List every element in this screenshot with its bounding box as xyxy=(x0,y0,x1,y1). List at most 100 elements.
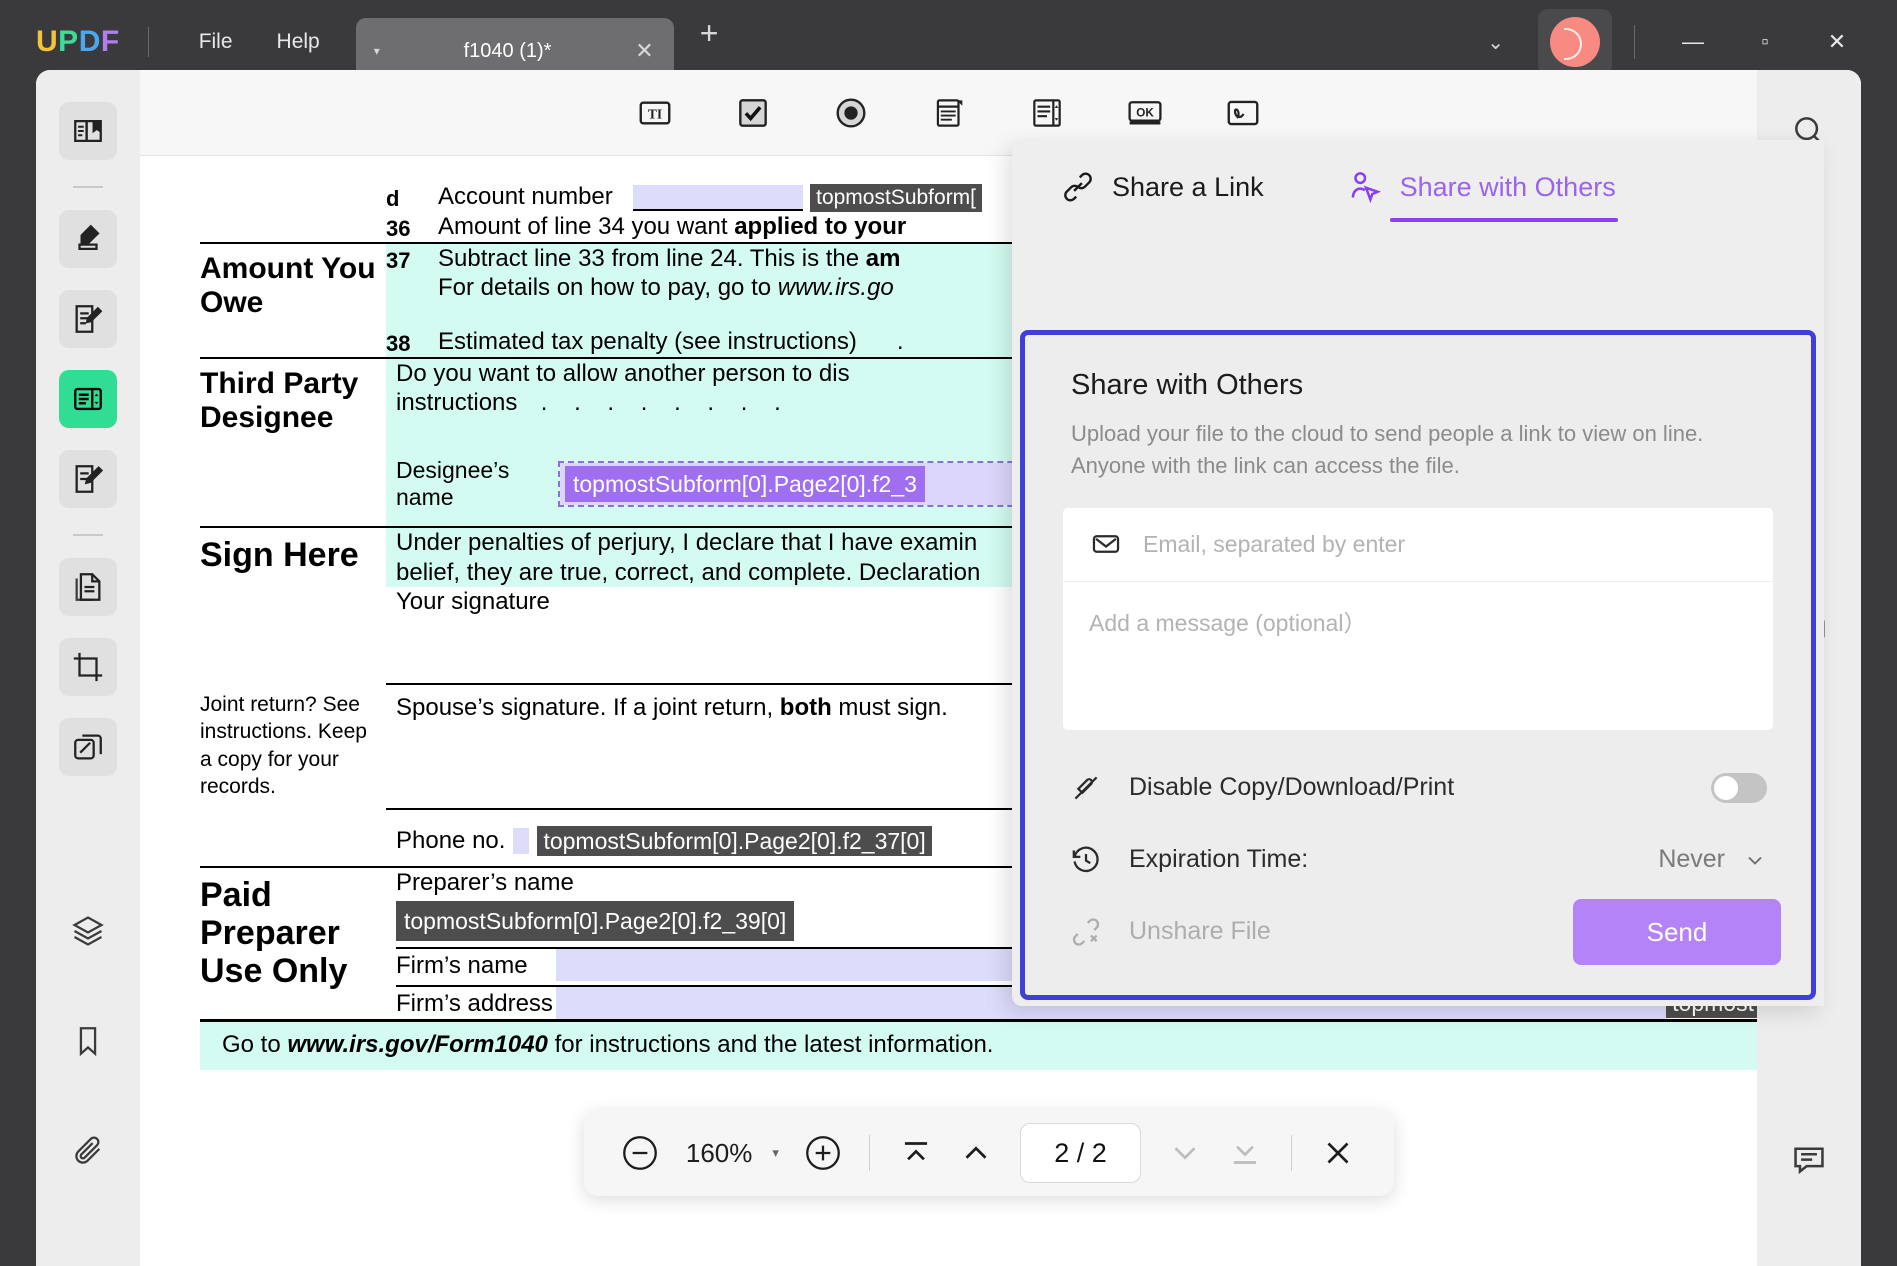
zoom-out-button[interactable] xyxy=(614,1127,666,1179)
page-indicator[interactable]: 2 / 2 xyxy=(1019,1123,1142,1183)
doc-account-number-field[interactable]: topmostSubform[ xyxy=(810,184,983,212)
sidebar-edit-text-icon[interactable] xyxy=(59,290,117,348)
doc-spacer-36 xyxy=(200,212,386,242)
sidebar-divider-2 xyxy=(73,534,103,536)
doc-spacer-phone xyxy=(200,808,386,866)
message-placeholder[interactable]: Add a message (optional） xyxy=(1089,610,1366,636)
logo-letter-p: P xyxy=(58,25,79,58)
tab-share-with-others[interactable]: Share with Others xyxy=(1346,168,1618,222)
last-page-button[interactable] xyxy=(1219,1127,1271,1179)
no-copy-icon xyxy=(1074,776,1098,800)
send-button[interactable]: Send xyxy=(1573,899,1781,965)
account-button[interactable] xyxy=(1538,9,1612,75)
tab-share-with-others-label: Share with Others xyxy=(1399,171,1616,202)
disable-copy-control xyxy=(1711,772,1767,803)
doc-line-37-a: Subtract line 33 from line 24. This is t… xyxy=(438,245,866,272)
doc-line-36-text-a: Amount of line 34 you want xyxy=(438,213,735,240)
doc-footer-b: for instructions and the latest informat… xyxy=(547,1031,994,1059)
form-checkbox-button[interactable] xyxy=(730,90,776,136)
tab-share-a-link-label: Share a Link xyxy=(1112,171,1264,202)
zoom-dropdown-caret-icon[interactable]: ▾ xyxy=(772,1145,789,1161)
share-with-others-card: Share with Others Upload your file to th… xyxy=(1020,330,1816,1000)
broken-link-icon xyxy=(1072,918,1100,946)
right-sidebar-bottom xyxy=(1780,1130,1838,1266)
form-listbox-button[interactable] xyxy=(1024,90,1070,136)
doc-line-38-num: 38 xyxy=(386,331,411,357)
disable-copy-toggle[interactable] xyxy=(1711,772,1767,803)
zoom-level-label[interactable]: 160% xyxy=(674,1138,765,1169)
paperclip-icon[interactable] xyxy=(59,1122,117,1180)
email-input-placeholder[interactable]: Email, separated by enter xyxy=(1143,531,1405,558)
menu-file[interactable]: File xyxy=(177,24,255,60)
doc-section-paid-preparer: Paid Preparer Use Only xyxy=(200,876,348,991)
doc-footer-row: Go to www.irs.gov/Form1040 for instructi… xyxy=(200,1022,1757,1070)
sidebar-comment-icon[interactable] xyxy=(59,450,117,508)
zoom-in-button[interactable] xyxy=(797,1127,849,1179)
first-page-button[interactable] xyxy=(890,1127,942,1179)
form-dropdown-button[interactable] xyxy=(926,90,972,136)
doc-line-37-b: am xyxy=(865,245,901,272)
form-radio-button[interactable] xyxy=(828,90,874,136)
form-push-button[interactable]: OK xyxy=(1122,90,1168,136)
app-body: TI OK d Account number topmostSubform[3… xyxy=(36,70,1861,1266)
expiration-time-value[interactable]: Never xyxy=(1658,845,1725,874)
close-toolbar-button[interactable] xyxy=(1312,1127,1364,1179)
bookmark-icon[interactable] xyxy=(59,1012,117,1070)
left-sidebar-bottom xyxy=(59,902,117,1266)
doc-designee-label: Designee’s name xyxy=(396,456,510,511)
window-controls-divider xyxy=(1634,25,1635,59)
tab-close-icon[interactable]: ✕ xyxy=(635,38,653,64)
doc-spouse-a: Spouse’s signature. If a joint return, xyxy=(396,693,780,721)
doc-spacer-designee xyxy=(200,442,386,527)
doc-footer-url: www.irs.gov/Form1040 xyxy=(287,1031,548,1059)
doc-section-amount-you-owe: Amount You Owe xyxy=(200,244,386,328)
doc-line-36-text-b: applied to your xyxy=(734,213,907,240)
logo-letter-d: D xyxy=(78,25,101,58)
zoom-divider-1 xyxy=(868,1135,870,1171)
doc-footer-a: Go to xyxy=(222,1031,288,1059)
doc-phone-field[interactable]: topmostSubform[0].Page2[0].f2_37[0] xyxy=(537,826,932,857)
form-text-field-button[interactable]: TI xyxy=(632,90,678,136)
doc-section-third-party: Third Party Designee xyxy=(200,359,386,443)
doc-preparer-name-field[interactable]: topmostSubform[0].Page2[0].f2_39[0] xyxy=(396,901,795,942)
doc-account-number-label: Account number xyxy=(438,183,613,210)
sidebar-form-icon[interactable] xyxy=(59,370,117,428)
chevron-down-icon[interactable]: ⌄ xyxy=(1463,20,1528,65)
expiration-time-control[interactable]: Never xyxy=(1658,845,1767,874)
doc-phone-box[interactable] xyxy=(513,828,530,855)
doc-perjury-2: belief, they are true, correct, and comp… xyxy=(396,558,981,586)
sidebar-divider-1 xyxy=(73,186,103,188)
comment-bubble-icon[interactable] xyxy=(1780,1130,1838,1188)
sidebar-reader-icon[interactable] xyxy=(59,102,117,160)
sidebar-convert-icon[interactable] xyxy=(59,718,117,776)
layers-icon[interactable] xyxy=(59,902,117,960)
left-sidebar xyxy=(36,70,140,1266)
share-panel: Share a Link Share with Others Share wit… xyxy=(1012,140,1824,1006)
new-tab-button[interactable]: + xyxy=(700,15,719,52)
maximize-button[interactable]: ▫ xyxy=(1729,31,1801,54)
form-signature-button[interactable] xyxy=(1220,90,1266,136)
disable-copy-download-print-row[interactable]: Disable Copy/Download/Print xyxy=(1025,752,1811,824)
doc-firm-name-label: Firm’s name xyxy=(396,951,528,979)
sidebar-crop-icon[interactable] xyxy=(59,638,117,696)
next-page-button[interactable] xyxy=(1159,1127,1211,1179)
disable-copy-label: Disable Copy/Download/Print xyxy=(1129,773,1455,802)
tab-title: f1040 (1)* xyxy=(463,39,552,62)
menu-help[interactable]: Help xyxy=(255,24,342,60)
doc-designee-field[interactable]: topmostSubform[0].Page2[0].f2_3 xyxy=(565,466,925,503)
sidebar-highlighter-icon[interactable] xyxy=(59,210,117,268)
avatar[interactable] xyxy=(1550,17,1600,67)
clock-history-icon xyxy=(1072,846,1099,872)
previous-page-button[interactable] xyxy=(950,1127,1002,1179)
doc-line-letter-d: d xyxy=(386,186,400,211)
doc-account-number-box[interactable] xyxy=(633,184,804,211)
email-field-row[interactable]: Email, separated by enter xyxy=(1063,508,1773,582)
expiration-time-row[interactable]: Expiration Time: Never xyxy=(1025,824,1811,896)
tab-share-a-link[interactable]: Share a Link xyxy=(1060,169,1264,211)
message-textarea[interactable]: Add a message (optional） xyxy=(1063,582,1773,730)
close-window-button[interactable]: ✕ xyxy=(1801,29,1873,55)
sidebar-organize-pages-icon[interactable] xyxy=(59,558,117,616)
minimize-button[interactable]: — xyxy=(1657,29,1729,55)
doc-section-sign-here: Sign Here xyxy=(200,528,386,587)
doc-spouse-b: both xyxy=(779,693,832,721)
